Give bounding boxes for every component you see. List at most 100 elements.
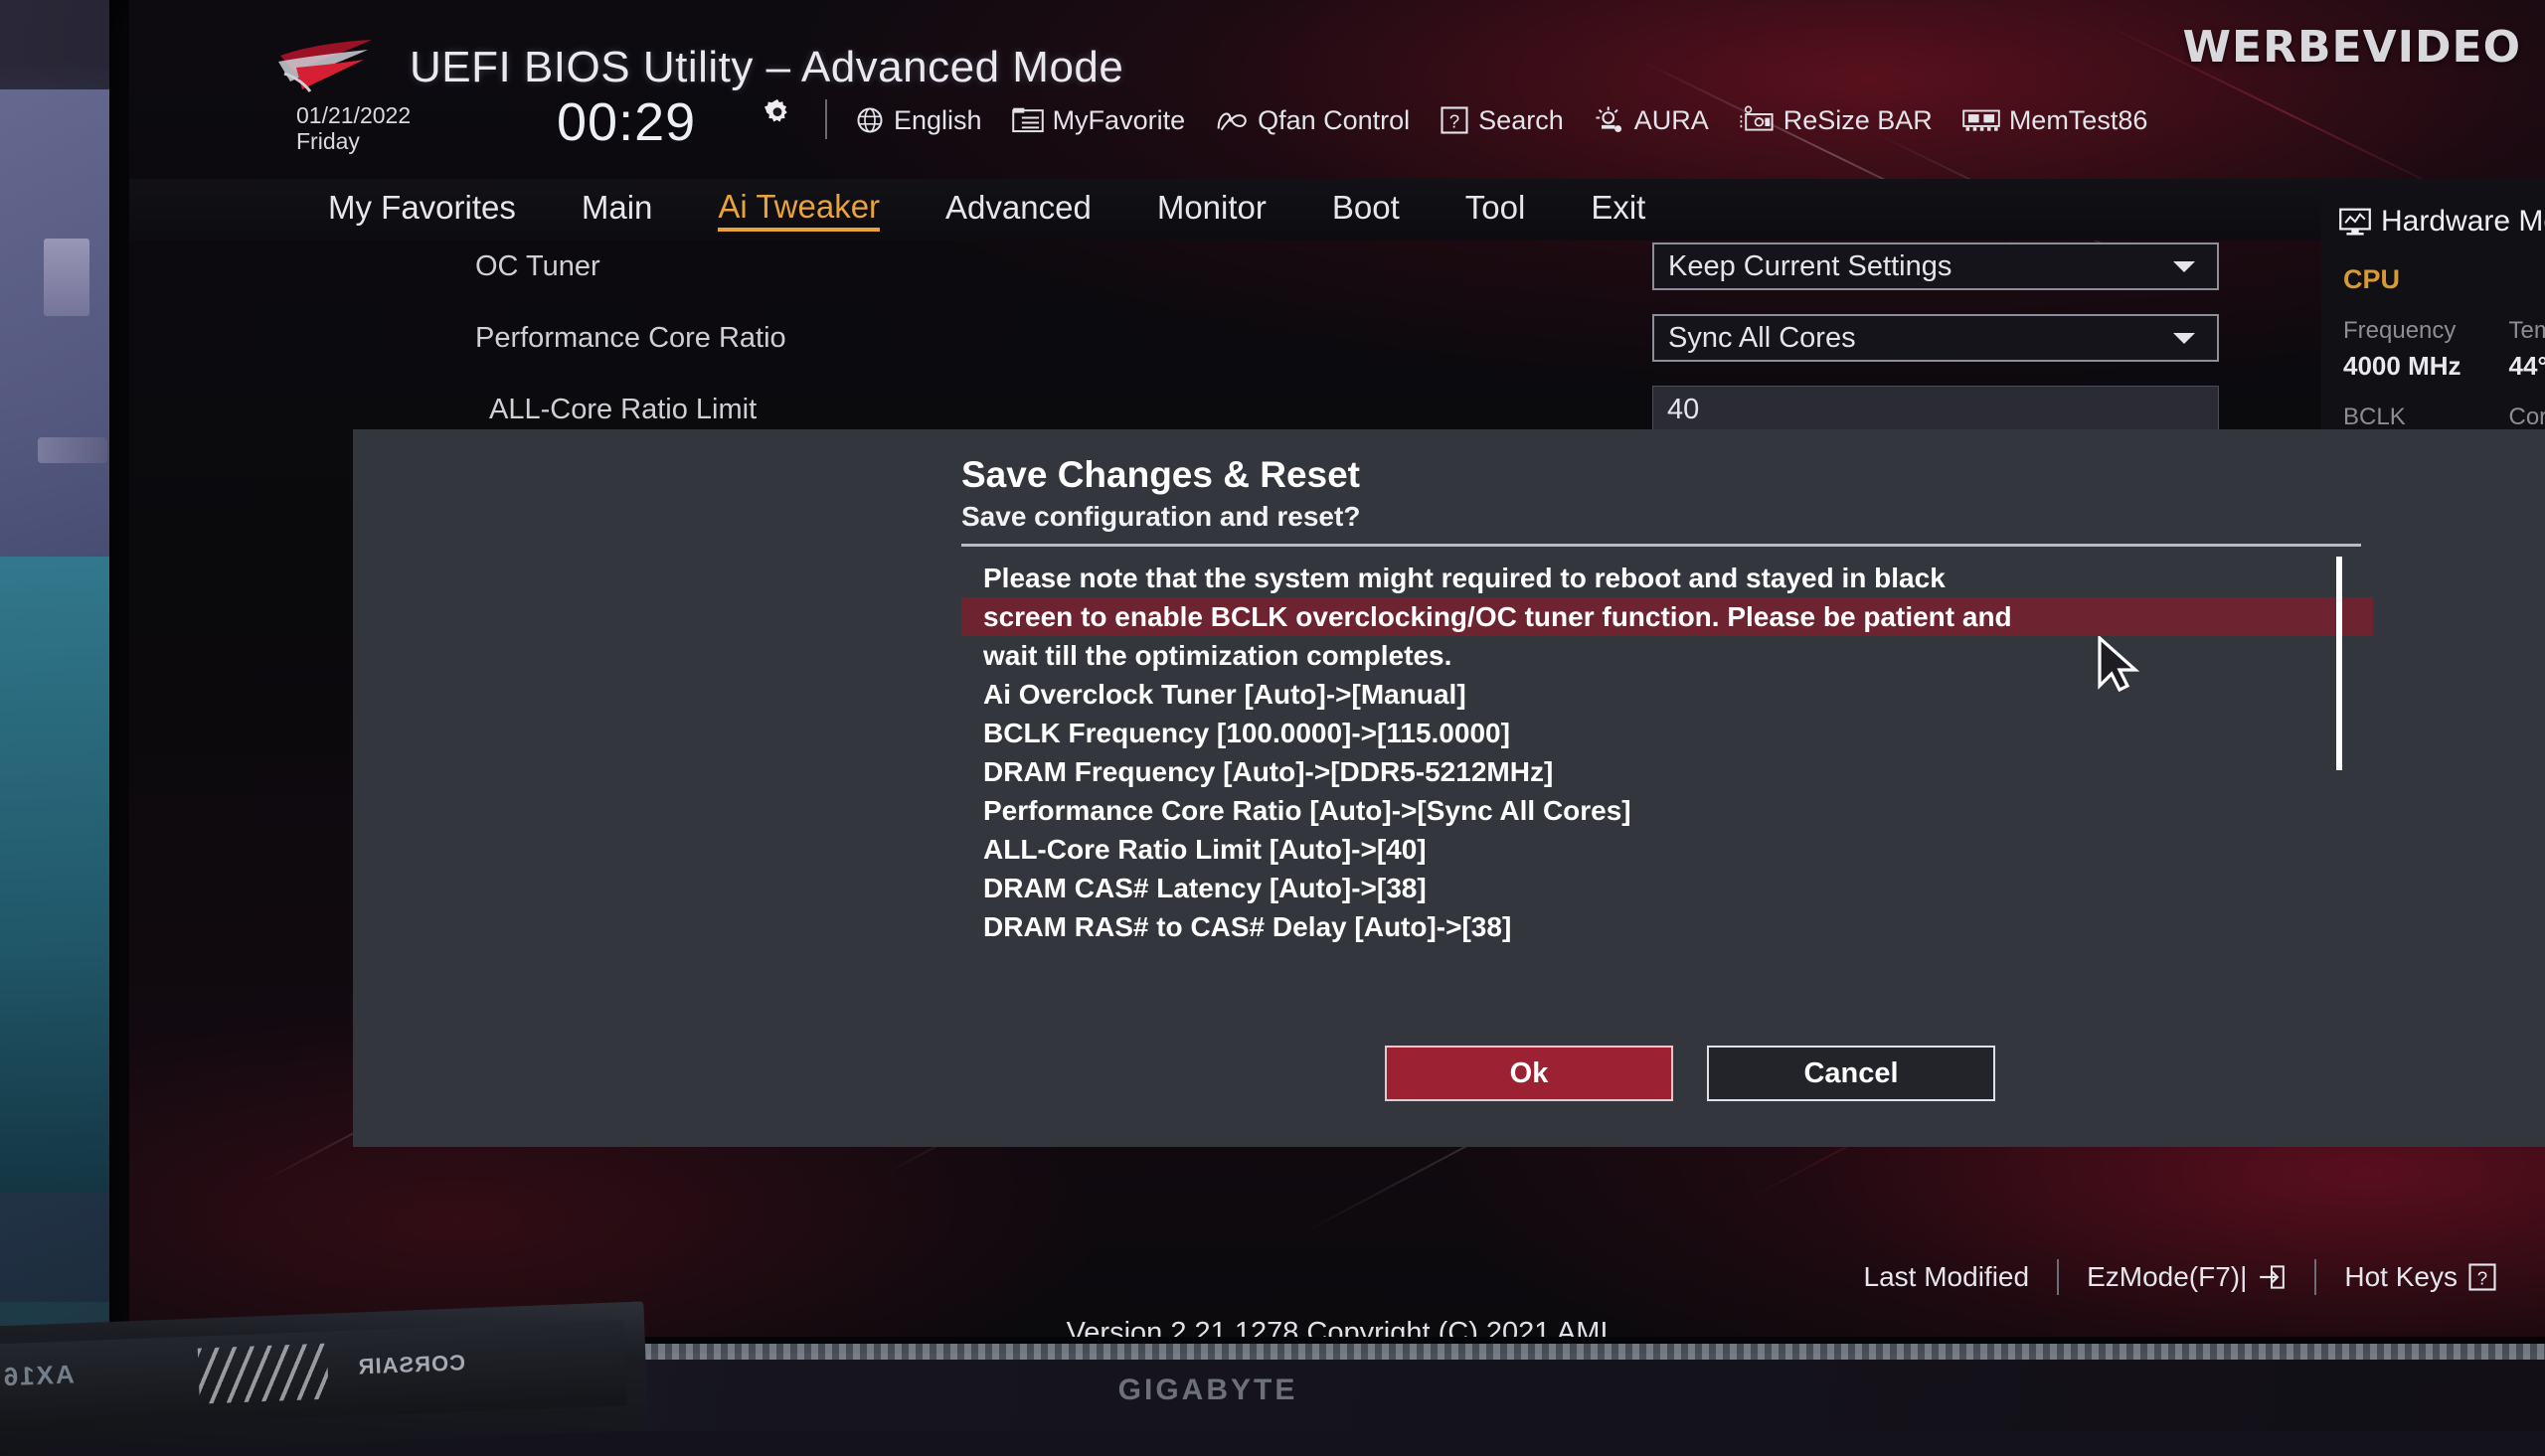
hardware-monitor-metrics-row-2: BCLK Core Voltage (2343, 404, 2545, 431)
last-modified-button[interactable]: Last Modified (1836, 1261, 2058, 1293)
tab-tool[interactable]: Tool (1465, 189, 1526, 231)
dialog-divider (961, 544, 2361, 547)
dialog-change-line: ALL-Core Ratio Limit [Auto]->[40] (961, 830, 2373, 869)
tab-advanced[interactable]: Advanced (945, 189, 1092, 231)
header-toolbar: English MyFavorite Qfan Contro (855, 99, 2147, 141)
metric-key: Core Voltage (2509, 404, 2545, 431)
setting-row-performance-core-ratio: Performance Core Ratio Sync All Cores (129, 310, 2316, 382)
toolbar-item-english[interactable]: English (855, 105, 982, 136)
setting-label: ALL-Core Ratio Limit (489, 394, 757, 426)
hardware-monitor-group-cpu: CPU (2343, 264, 2545, 295)
chevron-down-icon (2171, 258, 2197, 274)
metric-key: Frequency (2343, 317, 2509, 345)
hot-keys-button[interactable]: Hot Keys ? (2316, 1261, 2525, 1293)
chevron-down-icon (2171, 330, 2197, 346)
exit-arrow-icon (2257, 1264, 2287, 1290)
tab-boot[interactable]: Boot (1332, 189, 1400, 231)
dialog-change-line: DRAM RAS# to CAS# Delay [Auto]->[38] (961, 907, 2373, 946)
save-changes-dialog: Save Changes & Reset Save configuration … (353, 429, 2545, 1147)
bios-header: UEFI BIOS Utility – Advanced Mode 01/21/… (129, 0, 2545, 184)
tab-ai-tweaker[interactable]: Ai Tweaker (718, 188, 880, 232)
toolbar-label: Qfan Control (1258, 105, 1410, 136)
dialog-change-line: BCLK Frequency [100.0000]->[115.0000] (961, 714, 2373, 752)
toolbar-item-memtest86[interactable]: MemTest86 (1962, 105, 2148, 136)
metric-key: BCLK (2343, 404, 2509, 431)
toolbar-item-myfavorite[interactable]: MyFavorite (1012, 105, 1186, 136)
toolbar-label: MyFavorite (1053, 105, 1186, 136)
bottom-bar: Last Modified EzMode(F7)| Hot Keys ? (129, 1247, 2545, 1307)
dialog-note-line: Please note that the system might requir… (961, 559, 2373, 597)
metric-key: Temperature (2509, 317, 2545, 345)
mouse-cursor-icon (2098, 636, 2141, 692)
dialog-note-line: wait till the optimization completes. (961, 636, 2373, 675)
svg-text:?: ? (1449, 111, 1459, 132)
date-text: 01/21/2022 (296, 103, 411, 129)
corsair-brand-label: CORSAIR (357, 1350, 465, 1379)
monitor-icon (2339, 208, 2371, 236)
cancel-button[interactable]: Cancel (1707, 1046, 1995, 1101)
question-box-icon: ? (1440, 105, 1469, 135)
metric-value: 44°C (2509, 351, 2545, 382)
metric-core-voltage: Core Voltage (2509, 404, 2545, 431)
dialog-change-line: DRAM Frequency [Auto]->[DDR5-5212MHz] (961, 752, 2373, 791)
day-text: Friday (296, 129, 411, 155)
background-glow-b (38, 437, 107, 463)
setting-label: OC Tuner (475, 250, 600, 283)
tab-exit[interactable]: Exit (1591, 189, 1645, 231)
hot-keys-label: Hot Keys (2344, 1261, 2458, 1293)
toolbar-item-qfan-control[interactable]: Qfan Control (1215, 105, 1410, 136)
fan-icon (1215, 106, 1249, 134)
svg-text:?: ? (2477, 1268, 2487, 1289)
dialog-title: Save Changes & Reset (961, 454, 1360, 496)
tab-monitor[interactable]: Monitor (1157, 189, 1267, 231)
performance-core-ratio-dropdown[interactable]: Sync All Cores (1652, 314, 2219, 362)
hardware-monitor-title: Hardware Monitor (2321, 189, 2545, 239)
watermark: WERBEVIDEO (2183, 22, 2521, 73)
clock-text: 00:29 (557, 91, 696, 153)
toolbar-label: ReSize BAR (1783, 105, 1933, 136)
dialog-scrollbar[interactable] (2336, 557, 2342, 770)
header-divider (825, 99, 827, 139)
question-box-icon: ? (2467, 1262, 2497, 1292)
toolbar-item-search[interactable]: ? Search (1440, 105, 1564, 136)
gpu-icon (1739, 105, 1775, 135)
all-core-ratio-limit-input[interactable]: 40 (1652, 386, 2219, 433)
ok-button[interactable]: Ok (1385, 1046, 1673, 1101)
dialog-body: Please note that the system might requir… (961, 559, 2373, 946)
date-block: 01/21/2022 Friday (296, 103, 411, 155)
bios-screen: UEFI BIOS Utility – Advanced Mode 01/21/… (129, 0, 2545, 1337)
hardware-monitor-metrics-row-1: Frequency 4000 MHz Temperature 44°C (2343, 317, 2545, 382)
dialog-change-line: DRAM CAS# Latency [Auto]->[38] (961, 869, 2373, 907)
metric-bclk: BCLK (2343, 404, 2509, 431)
toolbar-item-resize-bar[interactable]: ReSize BAR (1739, 105, 1933, 136)
performance-core-ratio-value: Sync All Cores (1668, 322, 1856, 355)
tab-my-favorites[interactable]: My Favorites (328, 189, 516, 231)
hardware-monitor-title-text: Hardware Monitor (2381, 205, 2545, 239)
dialog-subtitle: Save configuration and reset? (961, 501, 1360, 533)
memory-icon (1962, 107, 2000, 133)
setting-label: Performance Core Ratio (475, 322, 786, 355)
toolbar-label: English (894, 105, 982, 136)
tab-main[interactable]: Main (582, 189, 653, 231)
rog-logo-icon (276, 38, 381, 97)
psu-stripes (198, 1344, 329, 1404)
ez-mode-button[interactable]: EzMode(F7)| (2059, 1261, 2314, 1293)
ez-mode-label: EzMode(F7)| (2087, 1261, 2247, 1293)
oc-tuner-dropdown[interactable]: Keep Current Settings (1652, 243, 2219, 290)
oc-tuner-value: Keep Current Settings (1668, 250, 1951, 283)
page-title: UEFI BIOS Utility – Advanced Mode (410, 43, 1123, 92)
psu-model-label: AX16 (1, 1359, 75, 1392)
gear-icon[interactable] (761, 96, 794, 130)
all-core-ratio-limit-value: 40 (1667, 394, 1699, 426)
background-glow-a (44, 239, 89, 316)
settings-list: OC Tuner Keep Current Settings Performan… (129, 239, 2316, 453)
navigation-tabs: My Favorites Main Ai Tweaker Advanced Mo… (129, 179, 2545, 241)
metric-value: 4000 MHz (2343, 351, 2509, 382)
metric-temperature: Temperature 44°C (2509, 317, 2545, 382)
toolbar-item-aura[interactable]: AURA (1594, 104, 1709, 136)
metric-frequency: Frequency 4000 MHz (2343, 317, 2509, 382)
toolbar-label: Search (1478, 105, 1564, 136)
toolbar-label: AURA (1634, 105, 1709, 136)
dialog-change-line: Performance Core Ratio [Auto]->[Sync All… (961, 791, 2373, 830)
toolbar-label: MemTest86 (2009, 105, 2148, 136)
